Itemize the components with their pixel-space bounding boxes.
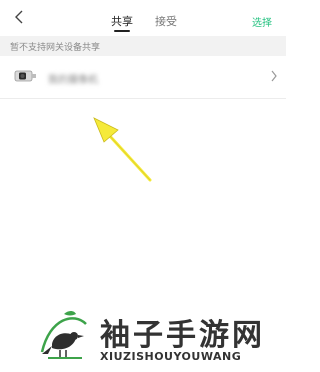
chevron-left-icon[interactable] [12,9,28,25]
top-bar: 共享 接受 选择 [0,0,286,36]
notice-bar: 暂不支持网关设备共享 [0,36,286,56]
tab-share[interactable]: 共享 [111,13,133,29]
watermark-subtitle: XIUZISHOUYOUWANG [100,350,242,363]
device-name: 我的摄像机 [48,75,98,86]
select-button[interactable]: 选择 [252,14,272,29]
device-list-item[interactable]: 我的摄像机 [0,56,286,98]
tab-receive[interactable]: 接受 [155,13,177,29]
divider [0,98,286,99]
chevron-right-icon [271,70,277,82]
notice-text: 暂不支持网关设备共享 [10,43,101,53]
watermark: 袖子手游网 XIUZISHOUYOUWANG [30,306,280,372]
camera-icon [14,70,36,82]
pointer-arrow-icon [93,117,152,182]
watermark-title: 袖子手游网 [100,318,265,353]
bird-logo-icon [40,311,87,359]
active-tab-indicator [114,30,130,32]
